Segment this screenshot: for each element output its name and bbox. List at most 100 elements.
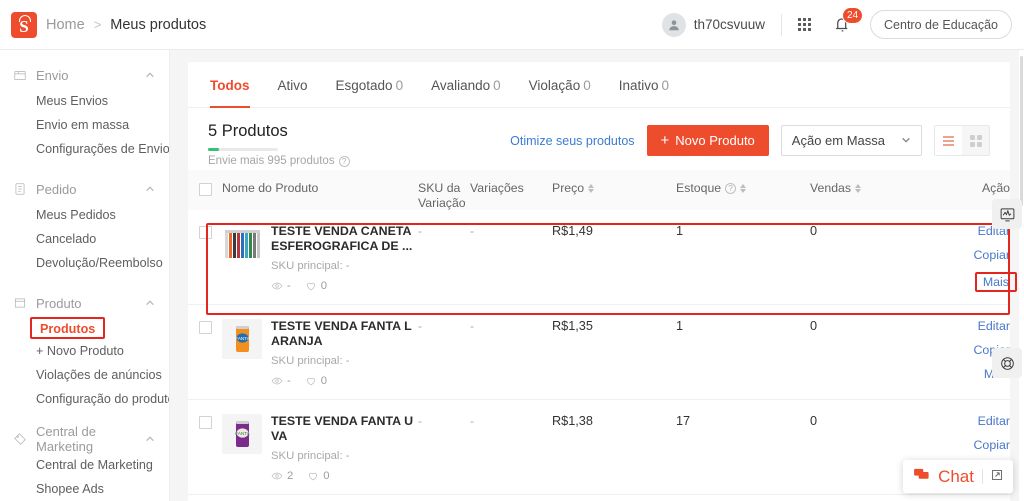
chat-widget[interactable]: Chat [903, 460, 1013, 493]
tab-ativo[interactable]: Ativo [278, 62, 308, 108]
chat-divider [982, 469, 983, 484]
apps-grid-icon[interactable] [798, 18, 812, 31]
lifebuoy-icon[interactable] [992, 348, 1022, 378]
user-menu[interactable]: th70csvuuw [661, 12, 765, 37]
breadcrumb-home[interactable]: Home [46, 17, 85, 33]
new-product-button[interactable]: + Novo Produto [646, 125, 769, 156]
plus-icon: + [660, 132, 670, 149]
heart-icon [306, 282, 315, 291]
row-price: R$1,35 [552, 319, 593, 333]
chart-monitor-icon[interactable] [992, 199, 1022, 229]
sidebar-item-envio-em-massa[interactable]: Envio em massa [0, 113, 169, 137]
row-variation-sku: - [418, 224, 423, 238]
tab-violacao[interactable]: Violação 0 [529, 62, 591, 108]
product-name[interactable]: TESTE VENDA CANETA ESFEROGRAFICA DE ... [271, 224, 418, 254]
shopee-logo-icon[interactable]: S [11, 11, 37, 38]
product-thumbnail[interactable] [222, 224, 262, 264]
column-sales-label: Vendas [810, 181, 852, 195]
row-product-cell: TESTE VENDA CANETA ESFEROGRAFICA DE ... … [222, 224, 418, 292]
marketing-tag-icon [13, 432, 27, 446]
sidebar-group-envio: Envio Meus Envios Envio em massa Configu… [0, 61, 169, 161]
sidebar-item-violacoes-de-anuncios[interactable]: Violações de anúncios [0, 363, 169, 387]
notification-badge: 24 [842, 7, 864, 24]
copy-link[interactable]: Copiar [973, 248, 1010, 262]
optimize-products-link[interactable]: Otimize seus produtos [510, 134, 634, 148]
tab-todos[interactable]: Todos [210, 62, 250, 108]
copy-link[interactable]: Copiar [973, 438, 1010, 452]
list-view-icon[interactable] [935, 126, 962, 155]
expand-icon[interactable] [991, 468, 1003, 486]
sidebar-item-meus-pedidos[interactable]: Meus Pedidos [0, 203, 169, 227]
sidebar-item-meus-envios[interactable]: Meus Envios [0, 89, 169, 113]
education-center-button[interactable]: Centro de Educação [870, 10, 1012, 39]
tab-count: 0 [661, 77, 670, 93]
quota-subtitle: Envie mais 995 produtos ? [208, 155, 350, 167]
sidebar-group-header-produto[interactable]: Produto [0, 289, 169, 317]
product-thumbnail[interactable]: FANTA [222, 319, 262, 359]
row-checkbox[interactable] [198, 416, 212, 429]
likes-stat: 0 [307, 470, 330, 482]
column-price[interactable]: Preço [552, 181, 676, 195]
tab-esgotado[interactable]: Esgotado 0 [336, 62, 404, 108]
column-stock[interactable]: Estoque ? [676, 181, 810, 195]
table-row: TESTE VENDA CANETA ESFEROGRAFICA DE ... … [188, 210, 1017, 305]
sidebar-item-central-de-marketing[interactable]: Central de Marketing [0, 453, 169, 477]
chevron-up-icon [145, 68, 155, 83]
row-checkbox[interactable] [198, 321, 212, 334]
row-price: R$1,49 [552, 224, 593, 238]
sidebar-group-header-marketing[interactable]: Central de Marketing [0, 424, 169, 454]
sidebar-item-cancelado[interactable]: Cancelado [0, 227, 169, 251]
select-all-checkbox[interactable] [198, 183, 212, 196]
product-sku: SKU principal: - [271, 260, 418, 272]
product-name[interactable]: TESTE VENDA FANTA U VA [271, 414, 418, 444]
views-count: - [287, 280, 291, 292]
question-mark-icon[interactable]: ? [725, 182, 737, 194]
sidebar-group-label: Envio [36, 67, 69, 83]
view-mode-toggle [934, 125, 990, 156]
product-name[interactable]: TESTE VENDA FANTA L ARANJA [271, 319, 418, 349]
sidebar-item-devolucao-reembolso[interactable]: Devolução/Reembolso [0, 251, 169, 275]
chevron-up-icon [145, 432, 155, 447]
sidebar-group-header-pedido[interactable]: Pedido [0, 175, 169, 203]
product-thumbnail[interactable]: FANTA [222, 414, 262, 454]
sidebar-item-shopee-ads[interactable]: Shopee Ads [0, 477, 169, 501]
svg-text:FANTA: FANTA [235, 336, 250, 341]
row-checkbox[interactable] [198, 226, 212, 239]
edit-link[interactable]: Editar [978, 319, 1010, 333]
tab-label: Todos [210, 77, 250, 93]
page-scrollbar-thumb[interactable] [1020, 56, 1023, 206]
sidebar-group-header-envio[interactable]: Envio [0, 61, 169, 89]
chat-label: Chat [938, 466, 974, 486]
likes-stat: 0 [305, 375, 327, 387]
tab-inativo[interactable]: Inativo 0 [619, 62, 669, 108]
product-count-block: 5 Produtos Envie mais 995 produtos ? [208, 122, 350, 167]
shipping-box-icon [13, 68, 27, 82]
toolbar-actions: Otimize seus produtos + Novo Produto Açã… [510, 122, 990, 156]
row-stock: 1 [676, 319, 684, 333]
sidebar-item-novo-produto[interactable]: + Novo Produto [0, 339, 169, 363]
bell-icon[interactable]: 24 [833, 7, 864, 34]
grid-view-icon[interactable] [962, 126, 989, 155]
question-mark-icon[interactable]: ? [338, 155, 350, 167]
chevron-down-icon [901, 133, 911, 148]
sidebar-item-produtos[interactable]: Produtos [30, 317, 106, 339]
column-stock-label: Estoque [676, 181, 722, 195]
column-variation-sku-line1: SKU da [418, 181, 461, 195]
edit-link[interactable]: Editar [978, 414, 1010, 428]
products-card: Todos Ativo Esgotado 0 Avaliando 0 Violaçã… [188, 62, 1017, 501]
table-row: FANTA TESTE VENDA FANTA L ARANJA SKU pri… [188, 305, 1010, 400]
sidebar-item-configuracoes-de-envio[interactable]: Configurações de Envio [0, 137, 169, 161]
header-divider [781, 13, 783, 36]
likes-count: 0 [320, 375, 328, 387]
table-header-row: Nome do Produto SKU da Variação Variaçõe… [188, 170, 1010, 210]
sidebar-group-produto: Produto Produtos + Novo Produto Violaçõe… [0, 289, 169, 411]
more-link[interactable]: Mais [974, 272, 1017, 292]
mass-action-dropdown[interactable]: Ação em Massa [780, 125, 922, 156]
sku-value: - [345, 355, 350, 367]
row-stock: 17 [676, 414, 691, 428]
column-sales[interactable]: Vendas [810, 181, 938, 195]
row-product-cell: FANTA TESTE VENDA FANTA L ARANJA SKU pri… [222, 319, 418, 387]
tab-avaliando[interactable]: Avaliando 0 [431, 62, 501, 108]
chevron-up-icon [145, 182, 155, 197]
sidebar-item-configuracao-do-produto[interactable]: Configuração do produto [0, 387, 169, 411]
